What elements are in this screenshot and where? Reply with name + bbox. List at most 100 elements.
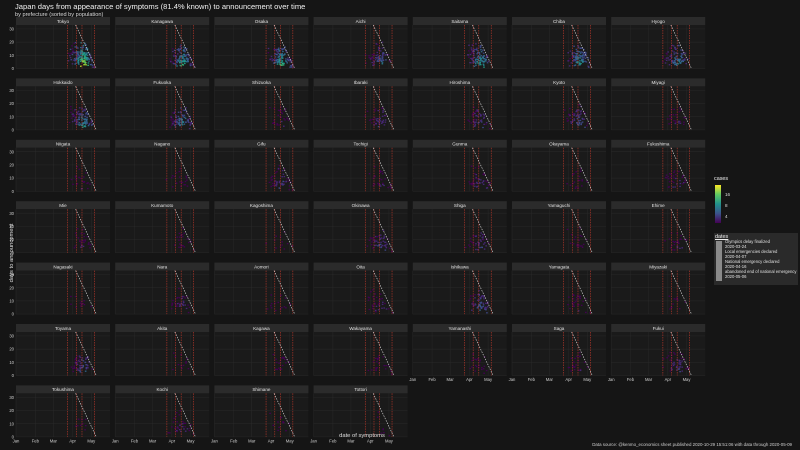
facet-panel [16, 393, 110, 437]
heat-cell [669, 370, 672, 372]
heat-cell [383, 184, 385, 187]
heat-cell [183, 114, 186, 116]
heat-cell [83, 241, 85, 244]
heat-cell [366, 110, 369, 112]
heat-cell [574, 60, 577, 62]
heat-cell [579, 52, 582, 54]
heat-cell [79, 370, 81, 372]
heat-cell [674, 121, 677, 124]
heat-cell [376, 361, 378, 363]
heat-cell [669, 247, 672, 249]
heat-cell [673, 298, 676, 300]
heat-cell [575, 56, 577, 58]
heat-cell [672, 175, 675, 177]
heat-cell [281, 64, 283, 66]
heat-cell [184, 426, 186, 428]
heat-cell [569, 307, 571, 310]
heat-cell [84, 239, 86, 241]
heat-cell [479, 182, 481, 184]
heat-cell [479, 45, 482, 47]
heat-cell [72, 370, 74, 373]
x-tick-label: Feb [528, 377, 536, 382]
heat-cell [478, 53, 481, 55]
heat-cell [280, 120, 283, 123]
facet-label: Aomori [254, 264, 269, 269]
heat-cell [90, 124, 93, 126]
heat-cell [371, 118, 374, 121]
heat-cell [576, 109, 578, 111]
heat-cell [79, 362, 82, 364]
heat-cell [480, 55, 482, 57]
heat-cell [674, 57, 676, 59]
heat-cell [471, 309, 473, 311]
heat-cell [379, 185, 382, 187]
dates-legend-key [716, 241, 722, 251]
facet-label: Okayama [549, 142, 569, 147]
heat-cell [173, 302, 176, 304]
heat-cell [383, 114, 386, 117]
heat-cell [667, 51, 669, 53]
heat-cell [476, 182, 479, 185]
heat-cell [182, 304, 185, 307]
heat-cell [86, 113, 89, 116]
heat-cell [88, 122, 91, 125]
heat-cell [679, 363, 682, 365]
heat-cell [79, 55, 81, 57]
x-tick-label: Mar [50, 439, 58, 444]
dates-legend-key [716, 251, 722, 261]
heat-cell [73, 110, 75, 112]
heat-cell [78, 118, 81, 121]
heat-cell [285, 58, 287, 60]
heat-cell [184, 422, 187, 425]
heat-cell [69, 56, 72, 59]
heat-cell [187, 304, 189, 306]
heat-cell [475, 243, 477, 245]
heat-cell [476, 47, 478, 49]
heat-cell [481, 246, 483, 249]
heat-cell [178, 232, 181, 235]
heat-cell [73, 42, 76, 45]
heat-cell [474, 297, 476, 299]
heat-cell [581, 118, 584, 120]
heat-cell [579, 297, 581, 300]
heat-cell [678, 107, 681, 109]
heat-cell [664, 240, 666, 242]
heat-cell [581, 245, 583, 247]
facet-panel [214, 393, 309, 437]
heat-cell [671, 249, 674, 251]
heat-cell [673, 51, 675, 53]
heat-cell [75, 46, 78, 48]
heat-cell [68, 121, 71, 124]
heat-cell [183, 123, 186, 125]
heat-cell [371, 305, 374, 308]
heat-cell [280, 416, 283, 419]
heat-cell [469, 245, 471, 248]
x-tick-label: Feb [627, 377, 635, 382]
heat-cell [283, 109, 286, 112]
heat-cell [669, 308, 671, 310]
heat-cell [680, 357, 683, 360]
dates-legend-key [716, 271, 722, 281]
heat-cell [72, 59, 75, 61]
x-tick-label: Apr [466, 377, 473, 382]
heat-cell [185, 57, 188, 59]
heat-cell [684, 58, 686, 60]
heat-cell [474, 173, 476, 175]
facet-panel [115, 393, 210, 437]
heat-cell [368, 239, 371, 241]
facet-label: Fukui [653, 326, 664, 331]
x-tick-label: May [683, 377, 692, 382]
heat-cell [469, 240, 472, 242]
heat-cell [185, 177, 188, 179]
heat-cell [573, 52, 576, 54]
heat-cell [573, 114, 575, 117]
heat-cell [182, 300, 185, 302]
heat-cell [86, 235, 89, 238]
heat-cell [469, 183, 471, 185]
facet-label: Yamagata [549, 264, 570, 269]
heat-cell [573, 45, 575, 47]
heat-cell [77, 62, 79, 64]
heat-cell [580, 304, 583, 307]
heat-cell [678, 111, 681, 113]
heat-cell [581, 54, 584, 56]
